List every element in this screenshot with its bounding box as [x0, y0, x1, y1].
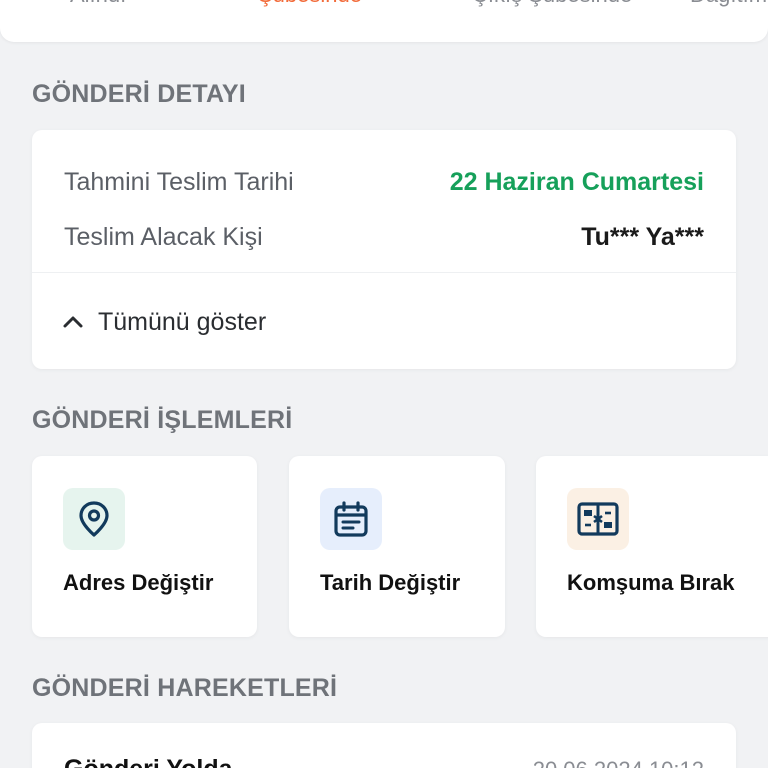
- show-all-button[interactable]: Tümünü göster: [62, 302, 266, 342]
- chevron-up-icon: [62, 311, 84, 333]
- action-label: Adres Değiştir: [63, 570, 214, 595]
- detail-label: Teslim Alacak Kişi: [64, 222, 263, 251]
- calendar-icon: [320, 488, 382, 550]
- detail-card: Tahmini Teslim Tarihi 22 Haziran Cumarte…: [32, 130, 736, 369]
- status-tab-at-branch[interactable]: Şubesinde: [258, 0, 362, 8]
- neighbor-transfer-icon: [567, 488, 629, 550]
- show-all-label: Tümünü göster: [98, 307, 267, 336]
- recipient-name: Tu*** Ya***: [581, 222, 704, 251]
- divider: [32, 272, 736, 273]
- change-date-button[interactable]: Tarih Değiştir: [289, 456, 505, 637]
- change-address-button[interactable]: Adres Değiştir: [32, 456, 257, 637]
- detail-label: Tahmini Teslim Tarihi: [64, 167, 294, 196]
- shipment-detail-screen: Alındı Şubesinde Çıkış Şubesinde Dağıtım…: [0, 0, 768, 768]
- detail-section-title: GÖNDERİ DETAYI: [32, 80, 246, 108]
- status-tab-strip: Alındı Şubesinde Çıkış Şubesinde Dağıtım…: [0, 0, 768, 42]
- estimated-delivery-date: 22 Haziran Cumartesi: [449, 167, 704, 196]
- movements-section-title: GÖNDERİ HAREKETLERİ: [32, 674, 338, 702]
- movement-card[interactable]: Gönderi Yolda 20.06.2024 10:12: [32, 723, 736, 768]
- movement-timestamp: 20.06.2024 10:12: [533, 757, 704, 768]
- location-pin-icon: [63, 488, 125, 550]
- action-label: Komşuma Bırak: [567, 570, 735, 595]
- leave-with-neighbor-button[interactable]: Komşuma Bırak: [536, 456, 768, 637]
- status-tab-received[interactable]: Alındı: [70, 0, 126, 8]
- detail-row-recipient: Teslim Alacak Kişi Tu*** Ya***: [64, 219, 704, 255]
- detail-row-estimated-date: Tahmini Teslim Tarihi 22 Haziran Cumarte…: [64, 164, 704, 200]
- actions-section-title: GÖNDERİ İŞLEMLERİ: [32, 406, 293, 434]
- status-tab-out-for-delivery[interactable]: Dağıtımda: [690, 0, 768, 8]
- action-label: Tarih Değiştir: [320, 570, 461, 595]
- status-tab-exit-branch[interactable]: Çıkış Şubesinde: [472, 0, 632, 8]
- movement-title: Gönderi Yolda: [64, 755, 233, 768]
